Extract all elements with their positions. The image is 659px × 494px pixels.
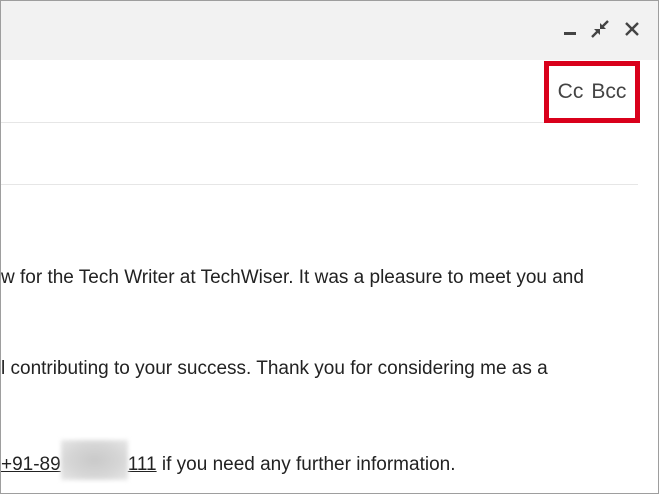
close-button[interactable] [621, 18, 643, 40]
bcc-button[interactable]: Bcc [591, 80, 626, 104]
message-body-line-3-text: if you need any further information. [156, 454, 456, 476]
phone-number-start: +91-89 [1, 454, 61, 476]
recipients-field[interactable] [1, 60, 638, 123]
subject-field[interactable] [1, 123, 638, 185]
minimize-button[interactable] [559, 18, 581, 40]
close-icon [625, 22, 639, 36]
redacted-blur [60, 440, 128, 480]
minimize-icon [564, 32, 576, 35]
cc-button[interactable]: Cc [558, 80, 584, 104]
phone-number-link[interactable]: +91-89 111 [1, 440, 157, 480]
exit-fullscreen-button[interactable] [589, 18, 611, 40]
cc-bcc-highlight: Cc Bcc [544, 61, 640, 123]
exit-fullscreen-icon [591, 20, 609, 38]
message-body-line-2: l contributing to your success. Thank yo… [1, 358, 548, 379]
phone-number-end: 111 [127, 454, 157, 476]
compose-window: Cc Bcc w for the Tech Writer at TechWise… [0, 0, 659, 494]
message-body-line-1: w for the Tech Writer at TechWiser. It w… [1, 267, 584, 288]
message-body-line-3: +91-89 111 if you need any further inform… [1, 440, 456, 480]
compose-title-bar [1, 1, 658, 60]
